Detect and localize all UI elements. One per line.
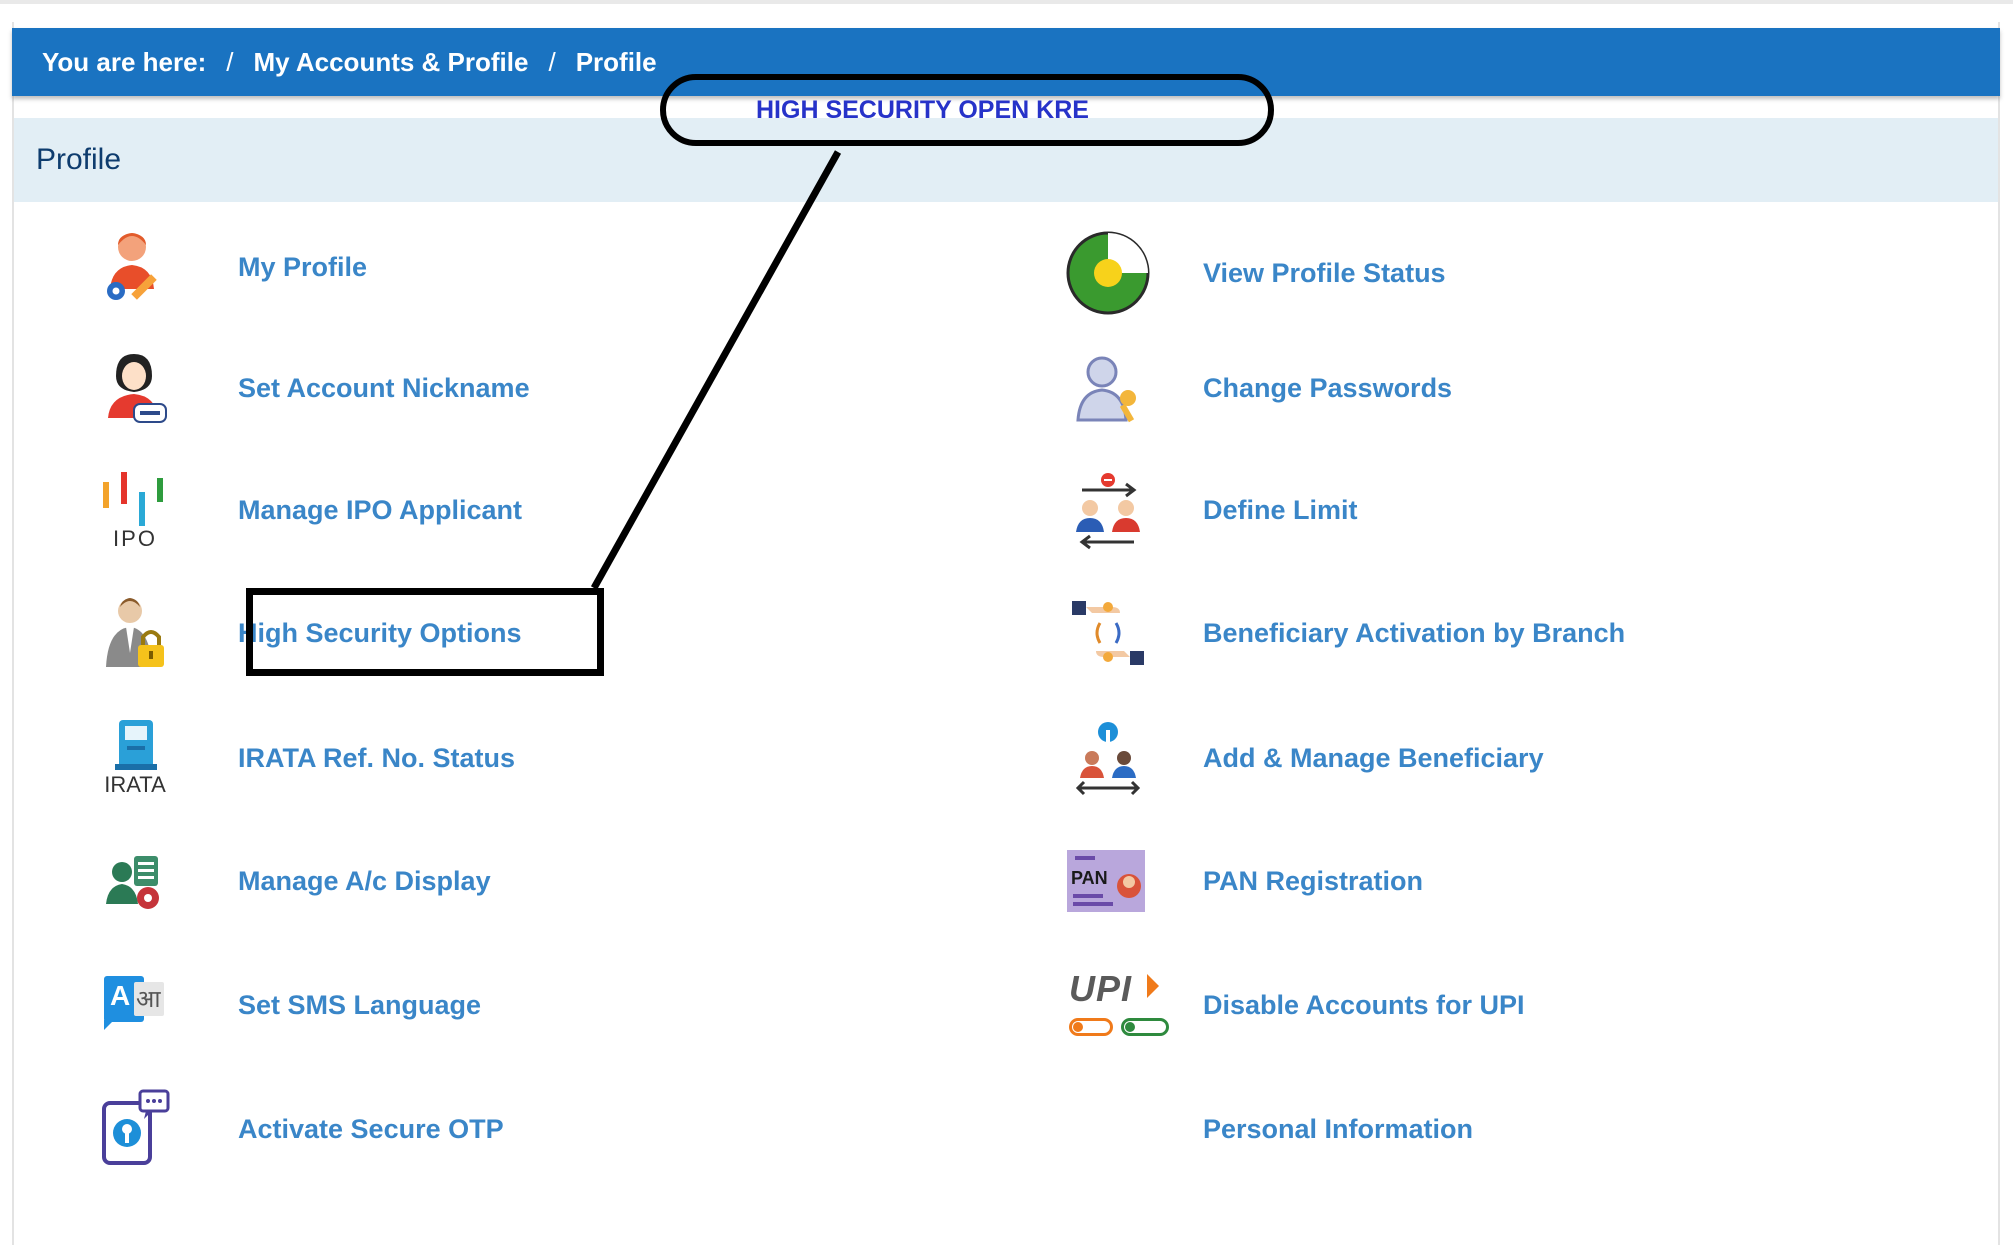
section-title: Profile [36, 143, 122, 176]
menu-item-label: Activate Secure OTP [238, 1113, 504, 1144]
menu-item-manage-ipo-applicant[interactable]: IPO Manage IPO Applicant [92, 467, 522, 553]
menu-item-set-sms-language[interactable]: A आ Set SMS Language [92, 962, 481, 1048]
profile-status-icon [1065, 230, 1151, 316]
language-icon: A आ [92, 962, 178, 1048]
menu-item-label: Disable Accounts for UPI [1203, 989, 1525, 1020]
top-border [0, 0, 2013, 4]
menu-item-label: My Profile [238, 251, 368, 282]
define-limit-icon [1065, 467, 1151, 553]
menu-item-change-passwords[interactable]: Change Passwords [1065, 345, 1452, 431]
user-nickname-icon [92, 345, 178, 431]
menu-item-irata-ref-no-status[interactable]: IRATA IRATA Ref. No. Status [92, 715, 515, 801]
user-key-icon [1065, 345, 1151, 431]
menu-item-disable-accounts-for-upi[interactable]: UPI Disable Accounts for UPI [1065, 962, 1525, 1048]
breadcrumb-separator: / [548, 46, 556, 77]
language-icon-letter-hindi: आ [136, 985, 161, 1013]
irata-icon-text: IRATA [104, 772, 166, 797]
language-icon-letter-a: A [110, 980, 131, 1011]
pan-icon-text: PAN [1071, 868, 1108, 888]
menu-item-manage-ac-display[interactable]: Manage A/c Display [92, 838, 491, 924]
callout-text: HIGH SECURITY OPEN KRE [756, 96, 1089, 124]
menu-item-personal-information[interactable]: Personal Information [1065, 1086, 1473, 1172]
blank-icon [1065, 1086, 1151, 1172]
ipo-icon: IPO [92, 467, 178, 553]
menu-item-label: Define Limit [1203, 494, 1358, 525]
user-edit-icon [92, 224, 178, 310]
menu-item-pan-registration[interactable]: PAN PAN Registration [1065, 838, 1423, 924]
users-settings-icon [92, 838, 178, 924]
beneficiary-activation-icon [1065, 590, 1151, 676]
menu-item-label: Change Passwords [1203, 372, 1453, 403]
menu-item-label: IRATA Ref. No. Status [238, 742, 516, 773]
menu-item-activate-secure-otp[interactable]: Activate Secure OTP [92, 1086, 504, 1172]
menu-item-label: View Profile Status [1203, 257, 1446, 288]
menu-item-label: Manage IPO Applicant [238, 494, 523, 525]
menu-item-label: Add & Manage Beneficiary [1203, 742, 1544, 773]
upi-icon: UPI [1065, 962, 1171, 1048]
menu-item-set-account-nickname[interactable]: Set Account Nickname [92, 345, 530, 431]
menu-item-label: PAN Registration [1203, 865, 1424, 896]
manage-beneficiary-icon [1065, 715, 1151, 801]
menu-item-define-limit[interactable]: Define Limit [1065, 467, 1358, 553]
breadcrumb-separator: / [226, 46, 234, 77]
menu-item-my-profile[interactable]: My Profile [92, 224, 367, 310]
menu-item-label: Set Account Nickname [238, 372, 530, 403]
menu-item-label: Set SMS Language [238, 989, 482, 1020]
upi-icon-text: UPI [1069, 968, 1133, 1009]
menu-item-label: Personal Information [1203, 1113, 1474, 1144]
breadcrumb-item-profile: Profile [575, 46, 657, 77]
irata-icon: IRATA [92, 715, 178, 801]
user-lock-icon [92, 590, 178, 676]
menu-item-beneficiary-activation-by-branch[interactable]: Beneficiary Activation by Branch [1065, 590, 1625, 676]
highlight-box [246, 588, 604, 676]
breadcrumb-item-accounts[interactable]: My Accounts & Profile [253, 47, 528, 78]
menu-item-label: Manage A/c Display [238, 865, 491, 896]
pan-card-icon: PAN [1065, 838, 1151, 924]
secure-otp-icon [92, 1086, 178, 1172]
breadcrumb-prefix: You are here: [42, 46, 207, 77]
menu-item-view-profile-status[interactable]: View Profile Status [1065, 230, 1446, 316]
menu-item-label: Beneficiary Activation by Branch [1203, 617, 1626, 648]
menu-item-add-manage-beneficiary[interactable]: Add & Manage Beneficiary [1065, 715, 1544, 801]
ipo-icon-text: IPO [113, 526, 157, 551]
